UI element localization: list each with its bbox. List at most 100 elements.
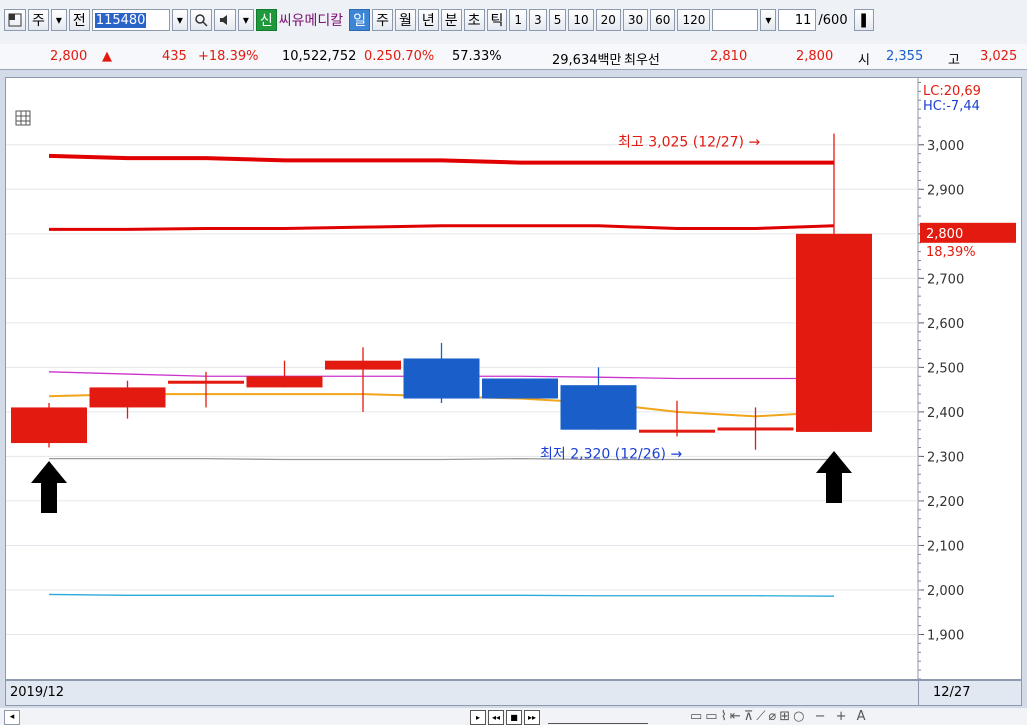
- search-icon[interactable]: [189, 9, 212, 31]
- stop-icon[interactable]: ■: [506, 710, 522, 725]
- period-select[interactable]: 주: [28, 9, 49, 31]
- up-arrow-icon: [816, 451, 852, 503]
- y-tick-label: 2,300: [927, 450, 964, 465]
- y-tick-label: 2,200: [927, 495, 964, 510]
- stock-code-value: 115480: [94, 12, 147, 28]
- y-tick-label: 2,600: [927, 317, 964, 332]
- forward-icon[interactable]: ▸▸: [524, 710, 540, 725]
- candle-body: [403, 358, 480, 399]
- lc-label: LC:20,69: [923, 84, 981, 99]
- candle-body: [89, 387, 166, 408]
- y-tick-label: 2,000: [927, 584, 964, 599]
- timeframe-button[interactable]: 일: [349, 9, 371, 31]
- speaker-dropdown-button[interactable]: ▾: [237, 9, 254, 31]
- best-quote-label: 최우선: [624, 53, 660, 68]
- price-change: 435: [162, 49, 187, 64]
- timeframe-button[interactable]: 월: [394, 9, 416, 31]
- candle-body: [482, 378, 558, 399]
- interval-button[interactable]: 30: [622, 9, 649, 31]
- high-annotation: 최고 3,025 (12/27) →: [618, 135, 760, 151]
- interval-button[interactable]: 1: [509, 9, 528, 31]
- code-dropdown-button[interactable]: ▾: [171, 9, 188, 31]
- interval-button[interactable]: 20: [595, 9, 621, 31]
- up-arrow-icon: [31, 461, 67, 513]
- page-total: /600: [818, 12, 848, 28]
- grid-icon[interactable]: [15, 110, 31, 126]
- turnover: 0.250.70%: [364, 49, 435, 64]
- volume-ratio: 57.33%: [452, 49, 502, 64]
- candle-body: [246, 376, 323, 388]
- candle-body: [11, 407, 87, 444]
- window-icon[interactable]: [4, 9, 26, 31]
- y-tick-label: 2,700: [927, 272, 964, 287]
- menu-icon[interactable]: ❚: [853, 9, 874, 31]
- open-label: 시: [858, 53, 870, 68]
- timeframe-button[interactable]: 년: [417, 9, 439, 31]
- candle-body: [639, 429, 715, 433]
- toolbar-row: 주 ▾ 전 115480 ▾ ▾ 신 씨유메디칼 일주월년분초틱 1 3 5 10 20…: [4, 6, 876, 34]
- high-price: 3,025: [980, 49, 1018, 64]
- scroll-left-button[interactable]: ◂: [4, 710, 20, 725]
- interval-group: 1 3 5 10 20 30 60 120: [509, 9, 712, 31]
- timeframe-button[interactable]: 주: [372, 9, 393, 31]
- candle-body: [717, 427, 794, 431]
- low-annotation: 최저 2,320 (12/26) →: [540, 447, 682, 463]
- stock-code-input[interactable]: 115480: [91, 9, 170, 31]
- zoom-slider[interactable]: [548, 710, 648, 724]
- chevron-down-icon[interactable]: ▾: [50, 9, 67, 31]
- bid-price: 2,800: [796, 49, 834, 64]
- interval-button[interactable]: 10: [568, 9, 594, 31]
- open-price: 2,355: [886, 49, 924, 64]
- candle-body: [560, 385, 637, 430]
- last-price-label: 2,800: [926, 227, 963, 242]
- volume: 10,522,752: [282, 49, 357, 64]
- price-chart[interactable]: 1,900 2,000 2,100 2,200 2,300 2,400 2,500 2,600…: [6, 78, 1021, 679]
- page-current-input[interactable]: 11: [778, 9, 817, 31]
- last-pct-label: 18,39%: [926, 245, 976, 260]
- playback-controls: ▸ ◂◂ ■ ▸▸: [470, 710, 648, 725]
- bottom-controls: ◂ ▸ ◂◂ ■ ▸▸ ▭▭⌇⇤⊼⟋⌀⊞○ − + A: [0, 708, 1027, 725]
- chart-date-axis: 2019/12 12/27: [5, 680, 1022, 706]
- interval-button[interactable]: 60: [650, 9, 676, 31]
- candle-body: [796, 233, 872, 432]
- speaker-icon[interactable]: [213, 9, 236, 31]
- high-label: 고: [948, 53, 960, 68]
- x-start-label: 2019/12: [10, 685, 65, 700]
- y-tick-label: 1,900: [927, 628, 964, 643]
- price-change-pct: +18.39%: [198, 49, 259, 64]
- interval-button[interactable]: 120: [677, 9, 711, 31]
- y-tick-label: 2,400: [927, 406, 964, 421]
- candle-body: [325, 360, 401, 370]
- x-end-label: 12/27: [933, 685, 971, 700]
- new-badge: 신: [255, 9, 277, 31]
- trade-amount: 29,634백만: [552, 53, 622, 68]
- timeframe-button[interactable]: 틱: [486, 9, 508, 31]
- current-price: 2,800: [50, 49, 88, 64]
- quote-bar: 2,800 ▲ 435 +18.39% 10,522,752 0.250.70%…: [0, 44, 1027, 70]
- type-select[interactable]: 전: [68, 9, 90, 31]
- ask-price: 2,810: [710, 49, 748, 64]
- rewind-icon[interactable]: ◂◂: [488, 710, 504, 725]
- hc-label: HC:-7,44: [923, 99, 980, 114]
- y-tick-label: 2,100: [927, 539, 964, 554]
- drawing-tools-icon[interactable]: ▭▭⌇⇤⊼⟋⌀⊞○ − + A: [690, 709, 869, 724]
- interval-button[interactable]: 3: [529, 9, 547, 31]
- series-line: [49, 457, 834, 461]
- y-tick-label: 3,000: [927, 139, 964, 154]
- y-tick-label: 2,900: [927, 183, 964, 198]
- chart-area[interactable]: 1,900 2,000 2,100 2,200 2,300 2,400 2,500 2,600…: [5, 77, 1022, 680]
- toolbar: 주 ▾ 전 115480 ▾ ▾ 신 씨유메디칼 일주월년분초틱 1 3 5 10 20…: [0, 0, 1027, 45]
- blank-dropdown-button[interactable]: ▾: [760, 9, 777, 31]
- series-line: [49, 224, 835, 231]
- series-line: [48, 153, 834, 165]
- play-icon[interactable]: ▸: [470, 710, 486, 725]
- series-line: [48, 593, 835, 597]
- blank-input[interactable]: [712, 9, 759, 31]
- timeframe-group: 일주월년분초틱: [349, 9, 509, 31]
- timeframe-button[interactable]: 초: [463, 9, 485, 31]
- y-tick-label: 2,500: [927, 361, 964, 376]
- timeframe-button[interactable]: 분: [440, 9, 462, 31]
- stock-name: 씨유메디칼: [278, 13, 344, 29]
- candle-body: [168, 380, 244, 384]
- interval-button[interactable]: 5: [548, 9, 567, 31]
